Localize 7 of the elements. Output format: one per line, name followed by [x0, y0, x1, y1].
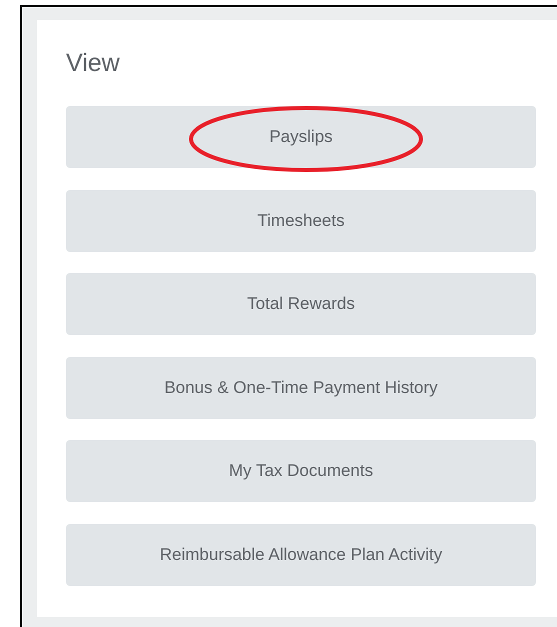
menu-button[interactable]: Payslips [66, 106, 536, 168]
menu-button[interactable]: Bonus & One-Time Payment History [66, 356, 536, 418]
menu-button[interactable]: Reimbursable Allowance Plan Activity [66, 524, 536, 586]
menu-button[interactable]: Timesheets [66, 190, 536, 252]
menu-button[interactable]: My Tax Documents [66, 440, 536, 502]
section-title: View [66, 49, 121, 79]
menu-button[interactable]: Total Rewards [66, 273, 536, 335]
